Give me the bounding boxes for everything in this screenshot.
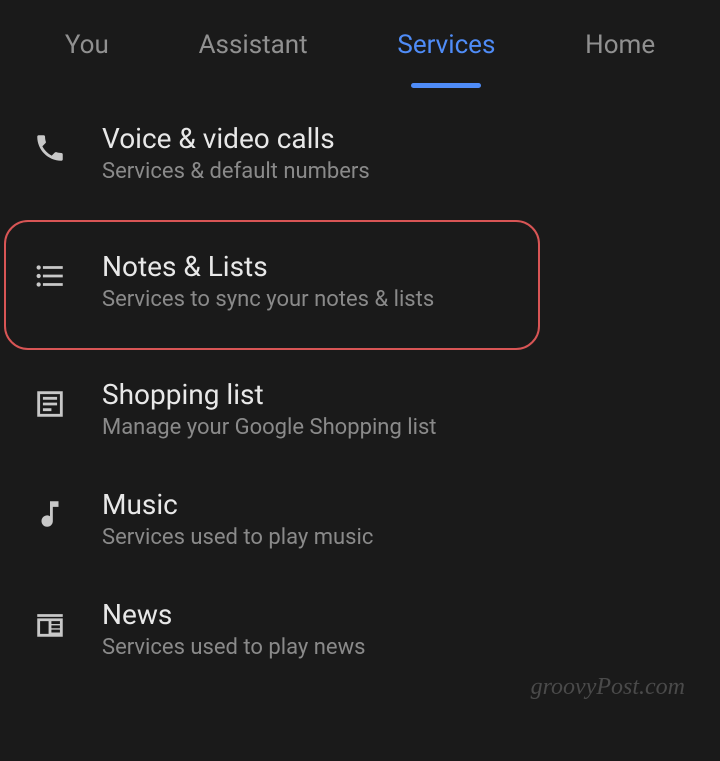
settings-list: Voice & video calls Services & default n… <box>0 88 720 694</box>
shopping-list-icon <box>30 384 70 424</box>
tabs-bar: You Assistant Services Home <box>0 0 720 88</box>
phone-icon <box>30 128 70 168</box>
setting-subtitle: Services used to play music <box>102 525 690 550</box>
watermark: groovyPost.com <box>531 674 685 701</box>
list-icon <box>30 256 70 296</box>
setting-text: Shopping list Manage your Google Shoppin… <box>102 378 690 440</box>
setting-subtitle: Services to sync your notes & lists <box>102 287 690 312</box>
setting-notes-lists[interactable]: Notes & Lists Services to sync your note… <box>0 226 720 336</box>
setting-subtitle: Services & default numbers <box>102 159 690 184</box>
setting-title: Notes & Lists <box>102 250 690 283</box>
tab-you[interactable]: You <box>65 30 109 88</box>
tab-home[interactable]: Home <box>585 30 655 88</box>
setting-subtitle: Manage your Google Shopping list <box>102 415 690 440</box>
setting-title: Music <box>102 488 690 521</box>
setting-subtitle: Services used to play news <box>102 635 690 660</box>
setting-text: Notes & Lists Services to sync your note… <box>102 250 690 312</box>
setting-text: Music Services used to play music <box>102 488 690 550</box>
news-icon <box>30 604 70 644</box>
setting-shopping-list[interactable]: Shopping list Manage your Google Shoppin… <box>0 354 720 464</box>
setting-news[interactable]: News Services used to play news <box>0 574 720 684</box>
setting-title: Shopping list <box>102 378 690 411</box>
setting-text: Voice & video calls Services & default n… <box>102 122 690 184</box>
music-note-icon <box>30 494 70 534</box>
setting-music[interactable]: Music Services used to play music <box>0 464 720 574</box>
setting-title: News <box>102 598 690 631</box>
tab-assistant[interactable]: Assistant <box>199 30 308 88</box>
setting-text: News Services used to play news <box>102 598 690 660</box>
setting-title: Voice & video calls <box>102 122 690 155</box>
setting-voice-video-calls[interactable]: Voice & video calls Services & default n… <box>0 98 720 208</box>
tab-services[interactable]: Services <box>397 30 495 88</box>
